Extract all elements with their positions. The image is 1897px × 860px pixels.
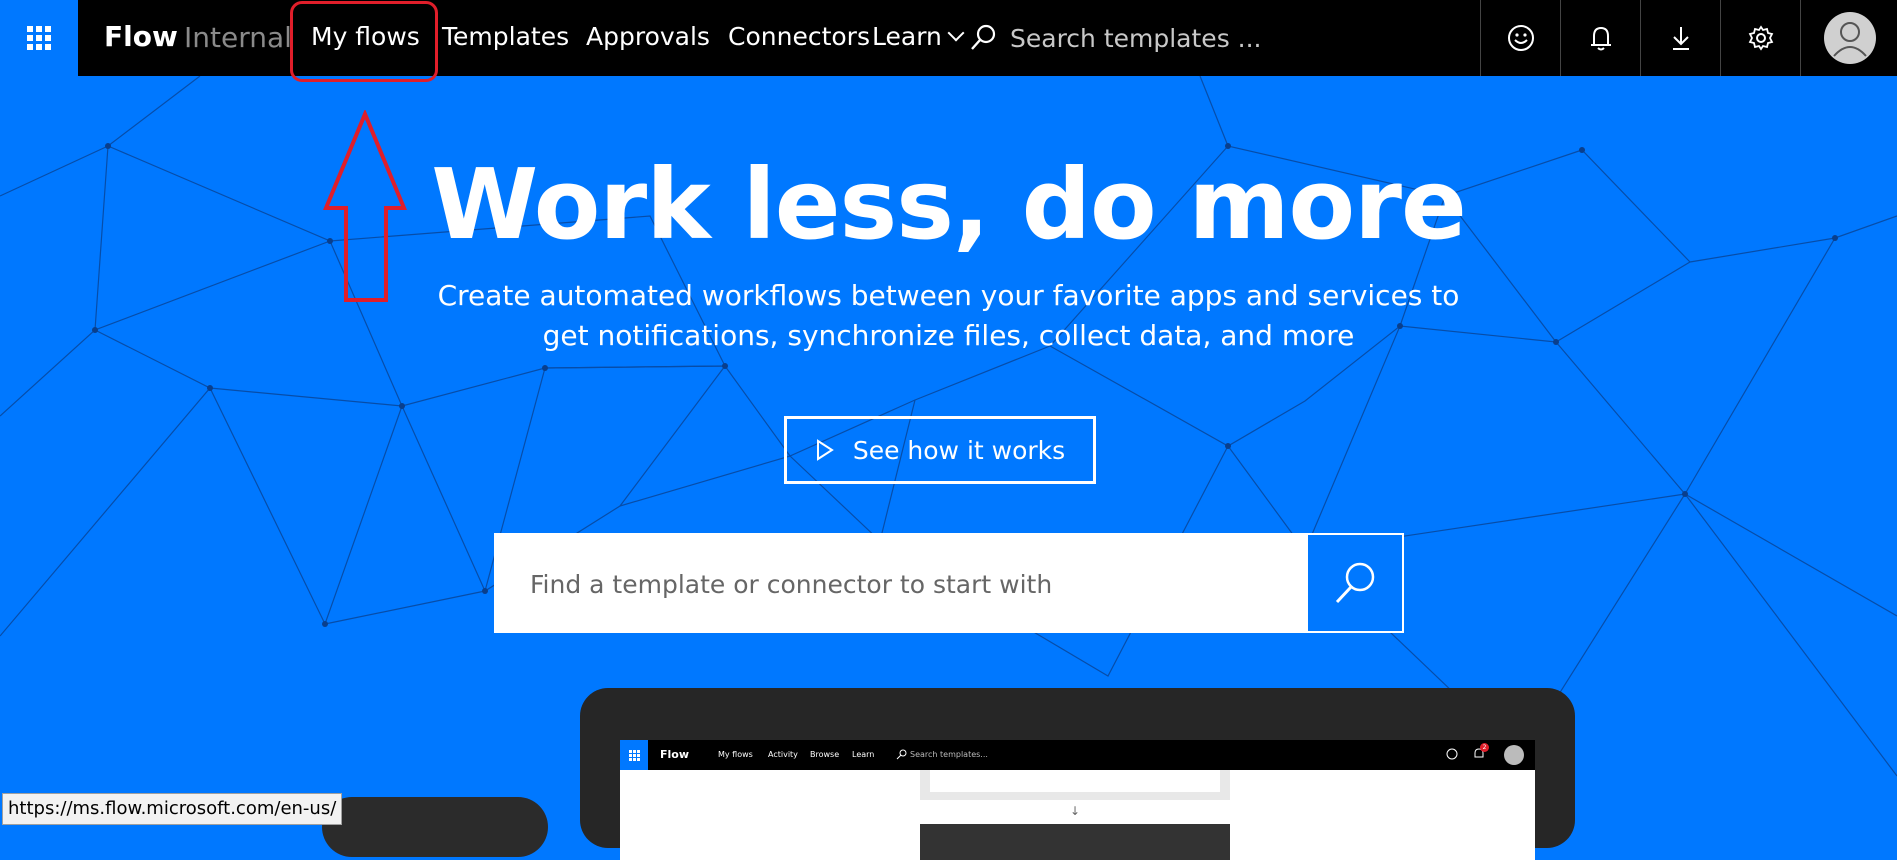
nav-templates[interactable]: Templates <box>442 22 569 51</box>
template-search-button[interactable] <box>1308 535 1402 631</box>
hero-subtitle: Create automated workflows between your … <box>437 279 1460 352</box>
notifications-button[interactable] <box>1560 0 1641 76</box>
preview-nav-activity: Activity <box>768 750 798 759</box>
play-icon <box>816 439 834 461</box>
search-icon[interactable] <box>970 24 996 52</box>
status-bar-url: https://ms.flow.microsoft.com/en-us/ <box>2 793 343 825</box>
device-preview: Flow My flows Activity Browse Learn Sear… <box>580 688 1575 860</box>
device-screen: Flow My flows Activity Browse Learn Sear… <box>620 740 1535 860</box>
preview-brand: Flow <box>660 748 690 761</box>
template-search-input[interactable] <box>528 563 1292 605</box>
search-templates-input[interactable] <box>1008 16 1432 60</box>
download-button[interactable] <box>1640 0 1721 76</box>
nav-learn-label: Learn <box>872 22 942 51</box>
download-icon <box>1673 27 1689 50</box>
feedback-button[interactable] <box>1480 0 1561 76</box>
chevron-down-icon <box>947 24 965 42</box>
preview-smiley-icon <box>1446 748 1458 760</box>
search-icon <box>1335 562 1375 604</box>
dark-pill-decoration <box>322 797 548 857</box>
preview-nav-learn: Learn <box>852 750 875 759</box>
avatar <box>1823 12 1876 64</box>
environment-label: Internal <box>184 21 292 54</box>
bell-icon <box>1591 26 1611 51</box>
preview-app-launcher-icon <box>620 740 648 770</box>
preview-notification-badge: 2 <box>1480 743 1489 752</box>
see-how-it-works-label: See how it works <box>852 435 1066 465</box>
brand-name[interactable]: Flow <box>104 20 178 53</box>
preview-avatar <box>1504 745 1524 765</box>
preview-down-arrow-icon: ↓ <box>1070 804 1081 818</box>
nav-approvals[interactable]: Approvals <box>586 22 710 51</box>
gear-icon <box>1748 25 1774 51</box>
app-launcher-icon[interactable] <box>0 0 78 76</box>
preview-search-placeholder: Search templates... <box>910 750 988 759</box>
nav-connectors[interactable]: Connectors <box>728 22 870 51</box>
hero-title: Work less, do more <box>431 148 1467 261</box>
preview-top-bar: Flow My flows Activity Browse Learn Sear… <box>620 740 1535 770</box>
settings-button[interactable] <box>1720 0 1801 76</box>
nav-learn[interactable]: Learn <box>872 22 965 51</box>
highlight-box <box>290 1 438 82</box>
smiley-icon <box>1508 25 1534 51</box>
account-button[interactable] <box>1800 0 1897 76</box>
top-navigation-bar: Flow Internal My flows Templates Approva… <box>0 0 1897 76</box>
preview-card <box>920 770 1230 800</box>
see-how-it-works-button[interactable]: See how it works <box>784 416 1096 484</box>
preview-card-dark <box>920 824 1230 860</box>
preview-search-icon <box>896 749 907 760</box>
template-search-box <box>494 533 1404 633</box>
preview-nav-browse: Browse <box>810 750 840 759</box>
preview-nav-my-flows: My flows <box>718 750 753 759</box>
